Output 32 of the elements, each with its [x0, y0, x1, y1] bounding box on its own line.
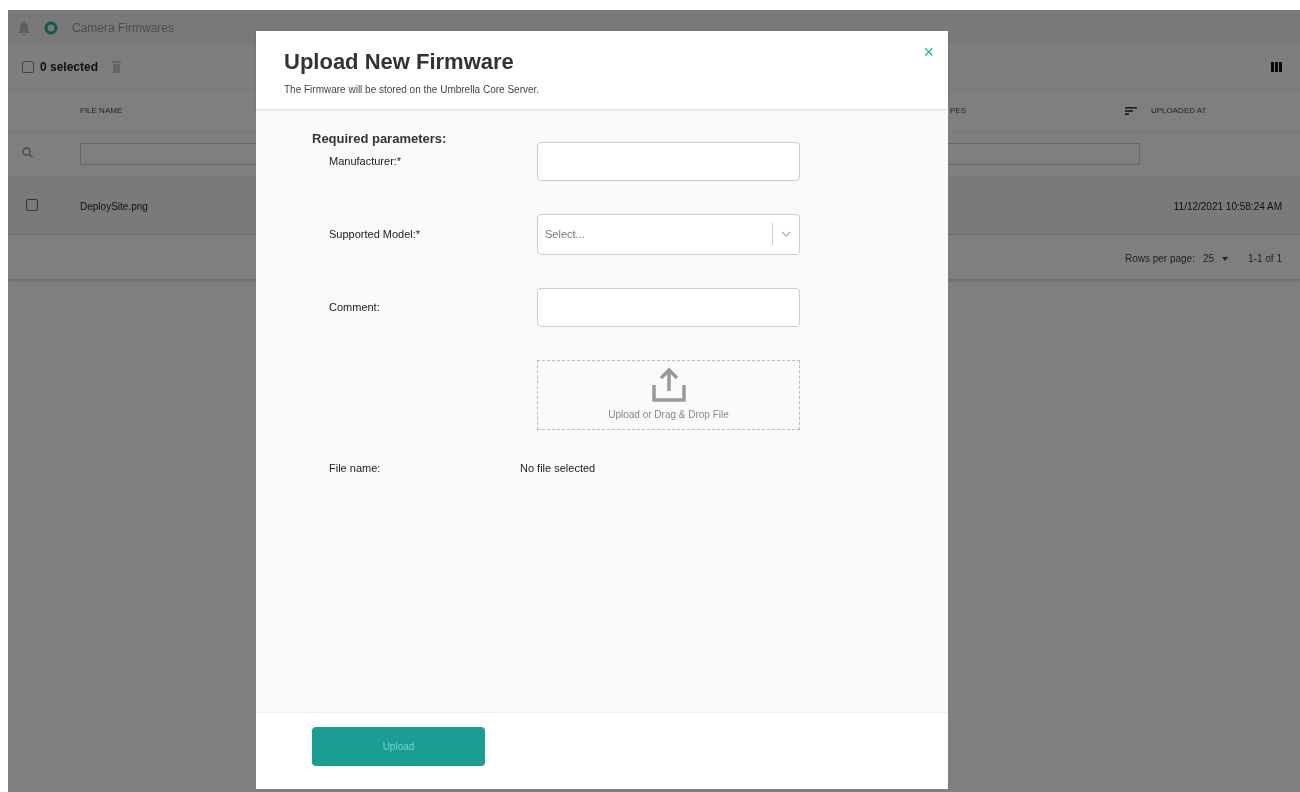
dropzone[interactable]: Upload or Drag & Drop File [537, 359, 800, 430]
section-heading: Required parameters: [312, 130, 448, 148]
checkbox[interactable] [22, 61, 34, 73]
chevron-icon [781, 231, 791, 237]
selection-count: 0 selected [40, 59, 99, 76]
field-label: Supported Model:* [328, 226, 422, 242]
close-button[interactable]: × [923, 39, 934, 66]
caret-icon[interactable] [1222, 256, 1229, 261]
ring-icon [44, 20, 58, 35]
field-label: Comment: [328, 299, 381, 315]
dialog-title: Upload New Firmware [284, 48, 515, 76]
column-header[interactable]: UPLOADED AT [1151, 105, 1207, 117]
input-field[interactable] [537, 287, 800, 327]
columns-icon[interactable] [1271, 62, 1282, 72]
column-header[interactable]: PES [950, 105, 966, 117]
input-field[interactable] [537, 141, 800, 181]
dropzone-label: Upload or Drag & Drop File [608, 408, 729, 422]
search-icon [22, 147, 33, 158]
page-range: 1-1 of 1 [1248, 252, 1282, 266]
column-header[interactable]: FILE NAME [80, 105, 123, 117]
sort-icon[interactable] [1125, 107, 1137, 115]
dialog-subtitle: The Firmware will be stored on the Umbrella Core Server. [284, 83, 541, 97]
rows-per-page-dropdown[interactable]: 25 [1202, 251, 1215, 266]
rows-per-page-label: Rows per page: [1124, 252, 1195, 266]
field-label: Manufacturer:* [328, 153, 403, 169]
checkbox[interactable] [26, 199, 38, 211]
upload-icon [649, 367, 688, 403]
field-label: File name: [328, 460, 382, 476]
table-cell-text: DeploySite.png [80, 200, 148, 214]
table-cell-text: 11/12/2021 10:58:24 AM [1173, 200, 1282, 214]
file-name-value: No file selected [520, 460, 596, 476]
select-field[interactable]: Select... [537, 213, 800, 255]
